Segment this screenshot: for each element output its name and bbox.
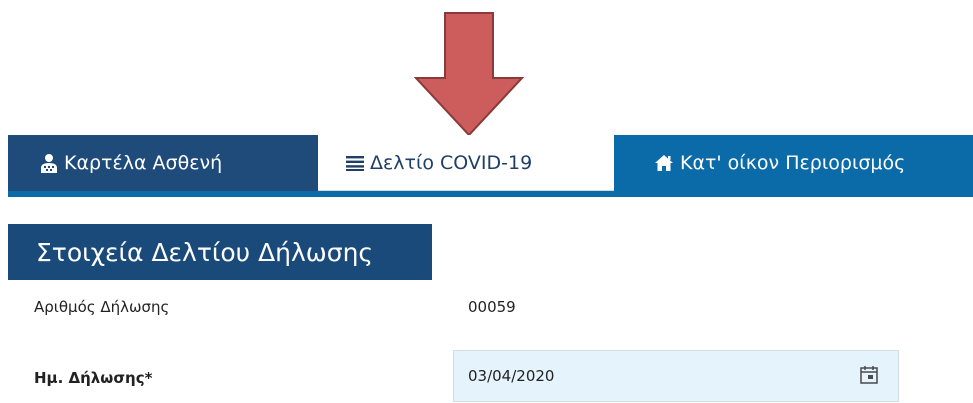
user-icon [40,153,58,173]
declaration-date-input[interactable] [468,367,828,385]
section-title: Στοιχεία Δελτίου Δήλωσης [8,224,432,280]
tab-bar: Καρτέλα Ασθενή Δελτίο COVID-19 Κατ' οίκο… [0,135,973,197]
declaration-date-label: Ημ. Δήλωσης* [34,369,153,387]
tab-patient-card[interactable]: Καρτέλα Ασθενή [8,135,318,191]
declaration-number-value: 00059 [468,298,516,316]
home-icon [654,154,674,172]
tab-covid-report-label: Δελτίο COVID-19 [370,151,533,174]
list-icon [346,155,364,171]
tab-bar-underline [8,191,973,197]
annotation-arrow [414,12,524,137]
declaration-date-field[interactable] [453,350,899,402]
declaration-number-label: Αριθμός Δήλωσης [34,298,170,316]
tab-home-restriction-label: Κατ' οίκον Περιορισμός [680,152,906,174]
tab-covid-report[interactable]: Δελτίο COVID-19 [318,135,614,191]
tab-patient-card-label: Καρτέλα Ασθενή [64,152,223,174]
calendar-icon[interactable] [858,364,880,386]
tab-home-restriction[interactable]: Κατ' οίκον Περιορισμός [614,135,973,191]
